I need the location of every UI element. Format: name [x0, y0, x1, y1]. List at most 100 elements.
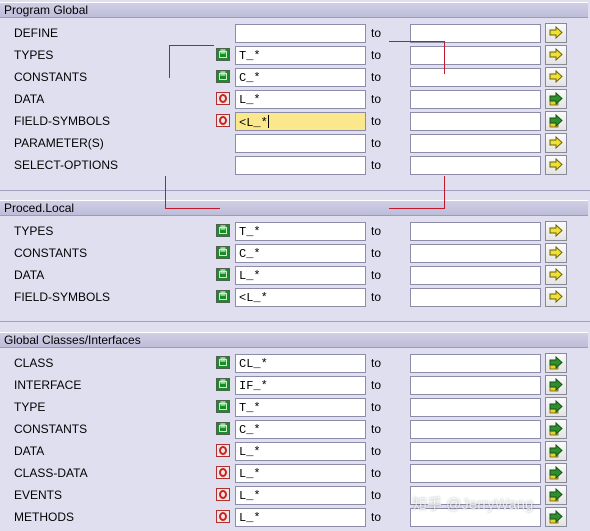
low-value-text: C_* [239, 423, 261, 437]
low-value-input[interactable]: C_* [235, 244, 366, 263]
annotation-line [389, 208, 444, 209]
include-option-icon[interactable] [216, 355, 230, 369]
selection-row-data: DATA L_* to [0, 264, 590, 286]
section-title: Proced.Local [0, 200, 588, 216]
high-value-input[interactable] [410, 68, 541, 87]
section-title: Program Global [0, 2, 588, 18]
low-value-input[interactable]: C_* [235, 420, 366, 439]
multiple-selection-button[interactable] [545, 397, 567, 417]
high-value-input[interactable] [410, 266, 541, 285]
section-divider [0, 190, 590, 191]
exclude-option-icon[interactable] [216, 92, 230, 105]
row-label: FIELD-SYMBOLS [14, 290, 111, 304]
selection-row-interface: INTERFACE IF_* to [0, 374, 590, 396]
high-value-input[interactable] [410, 46, 541, 65]
high-value-input[interactable] [410, 376, 541, 395]
include-option-icon[interactable] [216, 399, 230, 413]
low-value-text: L_* [239, 467, 261, 481]
low-value-text: <L_* [239, 116, 268, 130]
low-value-input[interactable]: T_* [235, 398, 366, 417]
high-value-input[interactable] [410, 244, 541, 263]
low-value-input[interactable]: L_* [235, 266, 366, 285]
include-option-icon[interactable] [216, 289, 230, 303]
multiple-selection-button[interactable] [545, 287, 567, 307]
low-value-input[interactable] [235, 24, 366, 43]
include-option-icon[interactable] [216, 377, 230, 391]
high-value-input[interactable] [410, 134, 541, 153]
low-value-input[interactable] [235, 134, 366, 153]
selection-row-field-symbols: FIELD-SYMBOLS <L_* to [0, 286, 590, 308]
low-value-input[interactable]: <L_* [235, 112, 366, 131]
row-label: CONSTANTS [14, 246, 88, 260]
low-value-input[interactable]: L_* [235, 508, 366, 527]
include-option-icon[interactable] [216, 69, 230, 83]
exclude-option-icon[interactable] [216, 488, 230, 501]
low-value-input[interactable]: <L_* [235, 288, 366, 307]
low-value-input[interactable] [235, 156, 366, 175]
high-value-input[interactable] [410, 90, 541, 109]
exclude-option-icon[interactable] [216, 444, 230, 457]
annotation-line [165, 176, 166, 209]
row-label: TYPES [14, 48, 54, 62]
multiple-selection-button[interactable] [545, 419, 567, 439]
low-value-input[interactable]: L_* [235, 464, 366, 483]
multiple-selection-button[interactable] [545, 155, 567, 175]
low-value-input[interactable]: L_* [235, 486, 366, 505]
multiple-selection-button[interactable] [545, 243, 567, 263]
to-label: to [371, 92, 382, 106]
high-value-input[interactable] [410, 420, 541, 439]
high-value-input[interactable] [410, 398, 541, 417]
multiple-selection-button[interactable] [545, 67, 567, 87]
low-value-input[interactable]: T_* [235, 46, 366, 65]
to-label: to [371, 466, 382, 480]
multiple-selection-button[interactable] [545, 45, 567, 65]
low-value-input[interactable]: IF_* [235, 376, 366, 395]
multiple-selection-button[interactable] [545, 463, 567, 483]
selection-row-data: DATA L_* to [0, 88, 590, 110]
to-label: to [371, 268, 382, 282]
exclude-option-icon[interactable] [216, 114, 230, 127]
include-option-icon[interactable] [216, 47, 230, 61]
annotation-line [444, 41, 445, 74]
selection-row-parameter-s: PARAMETER(S) to [0, 132, 590, 154]
low-value-input[interactable]: CL_* [235, 354, 366, 373]
low-value-text: T_* [239, 401, 261, 415]
include-option-icon[interactable] [216, 245, 230, 259]
low-value-input[interactable]: C_* [235, 68, 366, 87]
multiple-selection-button[interactable] [545, 441, 567, 461]
multiple-selection-button[interactable] [545, 265, 567, 285]
low-value-input[interactable]: L_* [235, 442, 366, 461]
exclude-option-icon[interactable] [216, 510, 230, 523]
multiple-selection-button[interactable] [545, 353, 567, 373]
high-value-input[interactable] [410, 464, 541, 483]
high-value-input[interactable] [410, 156, 541, 175]
low-value-input[interactable]: T_* [235, 222, 366, 241]
row-label: CONSTANTS [14, 70, 88, 84]
section-program-global: Program GlobalDEFINEtoTYPEST_*toCONSTANT… [0, 2, 590, 191]
multiple-selection-button[interactable] [545, 375, 567, 395]
include-option-icon[interactable] [216, 223, 230, 237]
row-label: DATA [14, 444, 45, 458]
multiple-selection-button[interactable] [545, 507, 567, 527]
row-label: TYPE [14, 400, 46, 414]
row-label: METHODS [14, 510, 74, 524]
low-value-input[interactable]: L_* [235, 90, 366, 109]
multiple-selection-button[interactable] [545, 23, 567, 43]
to-label: to [371, 510, 382, 524]
multiple-selection-button[interactable] [545, 133, 567, 153]
high-value-input[interactable] [410, 222, 541, 241]
exclude-option-icon[interactable] [216, 466, 230, 479]
low-value-text: C_* [239, 247, 261, 261]
include-option-icon[interactable] [216, 421, 230, 435]
high-value-input[interactable] [410, 288, 541, 307]
multiple-selection-button[interactable] [545, 89, 567, 109]
row-label: DATA [14, 268, 45, 282]
multiple-selection-button[interactable] [545, 221, 567, 241]
high-value-input[interactable] [410, 112, 541, 131]
multiple-selection-button[interactable] [545, 111, 567, 131]
section-divider [0, 321, 590, 322]
include-option-icon[interactable] [216, 267, 230, 281]
high-value-input[interactable] [410, 354, 541, 373]
high-value-input[interactable] [410, 442, 541, 461]
multiple-selection-button[interactable] [545, 485, 567, 505]
